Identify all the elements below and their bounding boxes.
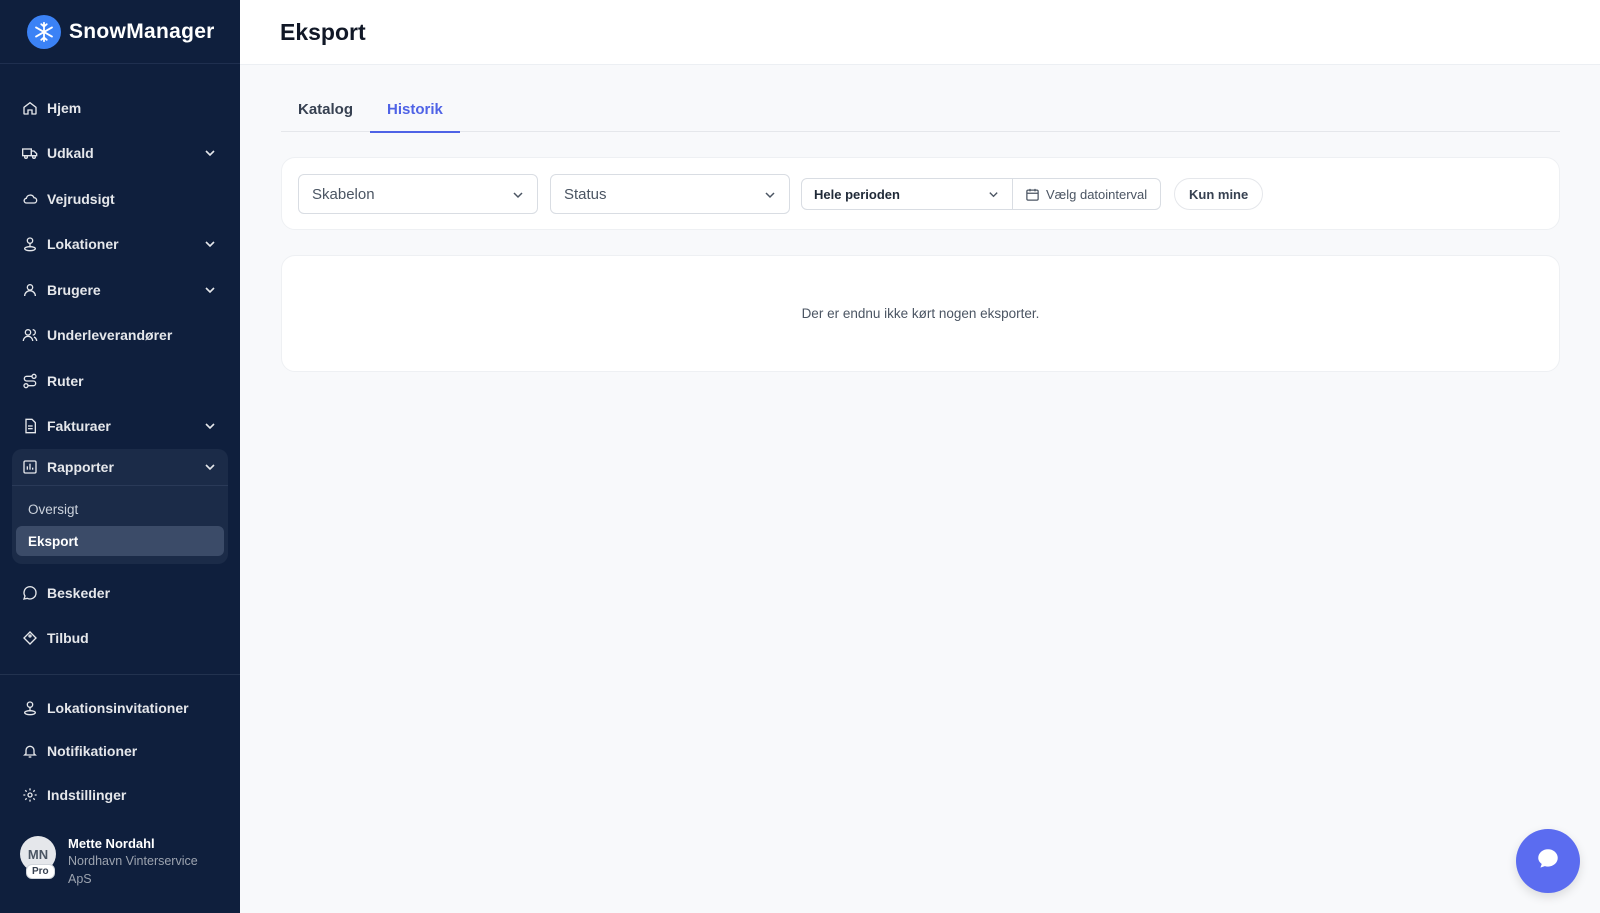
sidebar-item-label: Fakturaer	[47, 418, 111, 435]
date-range-label: Vælg datointerval	[1046, 186, 1148, 202]
sidebar-item-rapporter[interactable]: Rapporter	[12, 449, 228, 486]
sidebar-item-udkald[interactable]: Udkald	[0, 131, 240, 177]
only-mine-toggle[interactable]: Kun mine	[1174, 178, 1264, 210]
location-invite-icon	[22, 700, 38, 716]
sidebar-item-beskeder[interactable]: Beskeder	[0, 570, 240, 616]
calendar-icon	[1025, 187, 1040, 202]
sidebar-item-vejrudsigt[interactable]: Vejrudsigt	[0, 176, 240, 222]
chevron-down-icon	[989, 192, 998, 198]
sidebar-item-label: Lokationer	[47, 236, 119, 253]
chat-bubble-icon	[1535, 846, 1561, 877]
bar-chart-icon	[22, 459, 38, 475]
sidebar-item-label: Udkald	[47, 145, 94, 162]
users-icon	[22, 327, 38, 343]
invoice-icon	[22, 418, 38, 434]
avatar[interactable]: MN Pro	[20, 836, 56, 879]
topbar: Eksport	[240, 0, 1600, 65]
sidebar-item-tilbud[interactable]: Tilbud	[0, 616, 240, 662]
sidebar-item-underleverandorer[interactable]: Underleverandører	[0, 313, 240, 359]
brand-name: SnowManager	[69, 19, 215, 43]
empty-state-text: Der er endnu ikke kørt nogen eksporter.	[801, 306, 1040, 321]
sidebar-item-label: Rapporter	[47, 459, 114, 475]
sidebar-subitem-oversigt[interactable]: Oversigt	[16, 494, 224, 524]
chat-button[interactable]	[1516, 829, 1580, 893]
period-select-value: Hele perioden	[814, 186, 900, 202]
sidebar-item-brugere[interactable]: Brugere	[0, 267, 240, 313]
template-select[interactable]: Skabelon	[298, 174, 538, 214]
chevron-down-icon[interactable]	[204, 238, 216, 250]
snowflake-icon	[27, 14, 61, 49]
bell-icon	[22, 743, 38, 759]
period-select[interactable]: Hele perioden	[802, 179, 1013, 209]
tab-historik[interactable]: Historik	[370, 95, 460, 133]
sidebar-item-label: Indstillinger	[47, 786, 127, 803]
sidebar-item-hjem[interactable]: Hjem	[0, 85, 240, 131]
route-icon	[22, 373, 38, 389]
sidebar-item-label: Notifikationer	[47, 743, 138, 760]
tabs: Katalog Historik	[281, 95, 1560, 133]
user-company: Nordhavn Vinterservice ApS	[68, 854, 198, 886]
sidebar-item-lokationsinvitationer[interactable]: Lokationsinvitationer	[0, 686, 240, 730]
status-select[interactable]: Status	[550, 174, 790, 214]
status-select-value: Status	[564, 185, 607, 203]
user-icon	[22, 282, 38, 298]
user-profile[interactable]: MN Pro Mette Nordahl Nordhavn Vinterserv…	[20, 836, 218, 888]
sidebar-item-lokationer[interactable]: Lokationer	[0, 222, 240, 268]
export-history-list: Der er endnu ikke kørt nogen eksporter.	[281, 255, 1560, 372]
sidebar-item-label: Beskeder	[47, 584, 111, 601]
chevron-down-icon[interactable]	[204, 420, 216, 432]
sidebar-bottom-nav: Lokationsinvitationer Notifikationer Ind…	[0, 686, 240, 817]
sidebar-item-fakturaer[interactable]: Fakturaer	[0, 404, 240, 450]
user-info: Mette Nordahl Nordhavn Vinterservice ApS	[68, 836, 218, 888]
pro-badge: Pro	[26, 864, 55, 879]
sidebar-subitem-eksport[interactable]: Eksport	[16, 526, 224, 556]
tab-katalog[interactable]: Katalog	[281, 95, 370, 132]
chevron-down-icon[interactable]	[204, 147, 216, 159]
sidebar: SnowManager Hjem Udkald Vejrudsigt Lokat…	[0, 0, 240, 913]
chevron-down-icon	[765, 192, 775, 199]
chevron-down-icon[interactable]	[204, 284, 216, 296]
home-icon	[22, 100, 38, 116]
sidebar-divider	[0, 674, 240, 675]
template-select-value: Skabelon	[312, 185, 375, 203]
sidebar-item-label: Ruter	[47, 372, 84, 389]
sidebar-item-notifikationer[interactable]: Notifikationer	[0, 730, 240, 774]
gear-icon	[22, 787, 38, 803]
sidebar-item-label: Lokationsinvitationer	[47, 699, 189, 716]
sidebar-item-ruter[interactable]: Ruter	[0, 358, 240, 404]
sidebar-item-label: Tilbud	[47, 630, 89, 647]
chevron-down-icon	[513, 192, 523, 199]
avatar-initials: MN	[27, 846, 49, 862]
sidebar-nav: Hjem Udkald Vejrudsigt Lokationer Bruger…	[0, 85, 240, 661]
sidebar-item-indstillinger[interactable]: Indstillinger	[0, 773, 240, 817]
map-pin-icon	[22, 236, 38, 252]
sidebar-item-label: Hjem	[47, 99, 82, 116]
date-range-button[interactable]: Vælg datointerval	[1013, 179, 1160, 209]
sidebar-item-label: Underleverandører	[47, 327, 173, 344]
page-title: Eksport	[280, 19, 366, 45]
sidebar-item-label: Brugere	[47, 281, 101, 298]
chevron-down-icon[interactable]	[204, 461, 216, 473]
offer-icon	[22, 630, 38, 646]
cloud-icon	[22, 191, 38, 207]
user-name: Mette Nordahl	[68, 836, 155, 851]
filter-bar: Skabelon Status Hele perioden Vælg datoi…	[281, 157, 1560, 230]
brand[interactable]: SnowManager	[0, 0, 240, 64]
sidebar-group-rapporter: Rapporter Oversigt Eksport	[12, 449, 228, 564]
message-icon	[22, 585, 38, 601]
period-filter: Hele perioden Vælg datointerval	[801, 178, 1161, 210]
sidebar-item-label: Vejrudsigt	[47, 190, 115, 207]
truck-icon	[22, 145, 38, 161]
